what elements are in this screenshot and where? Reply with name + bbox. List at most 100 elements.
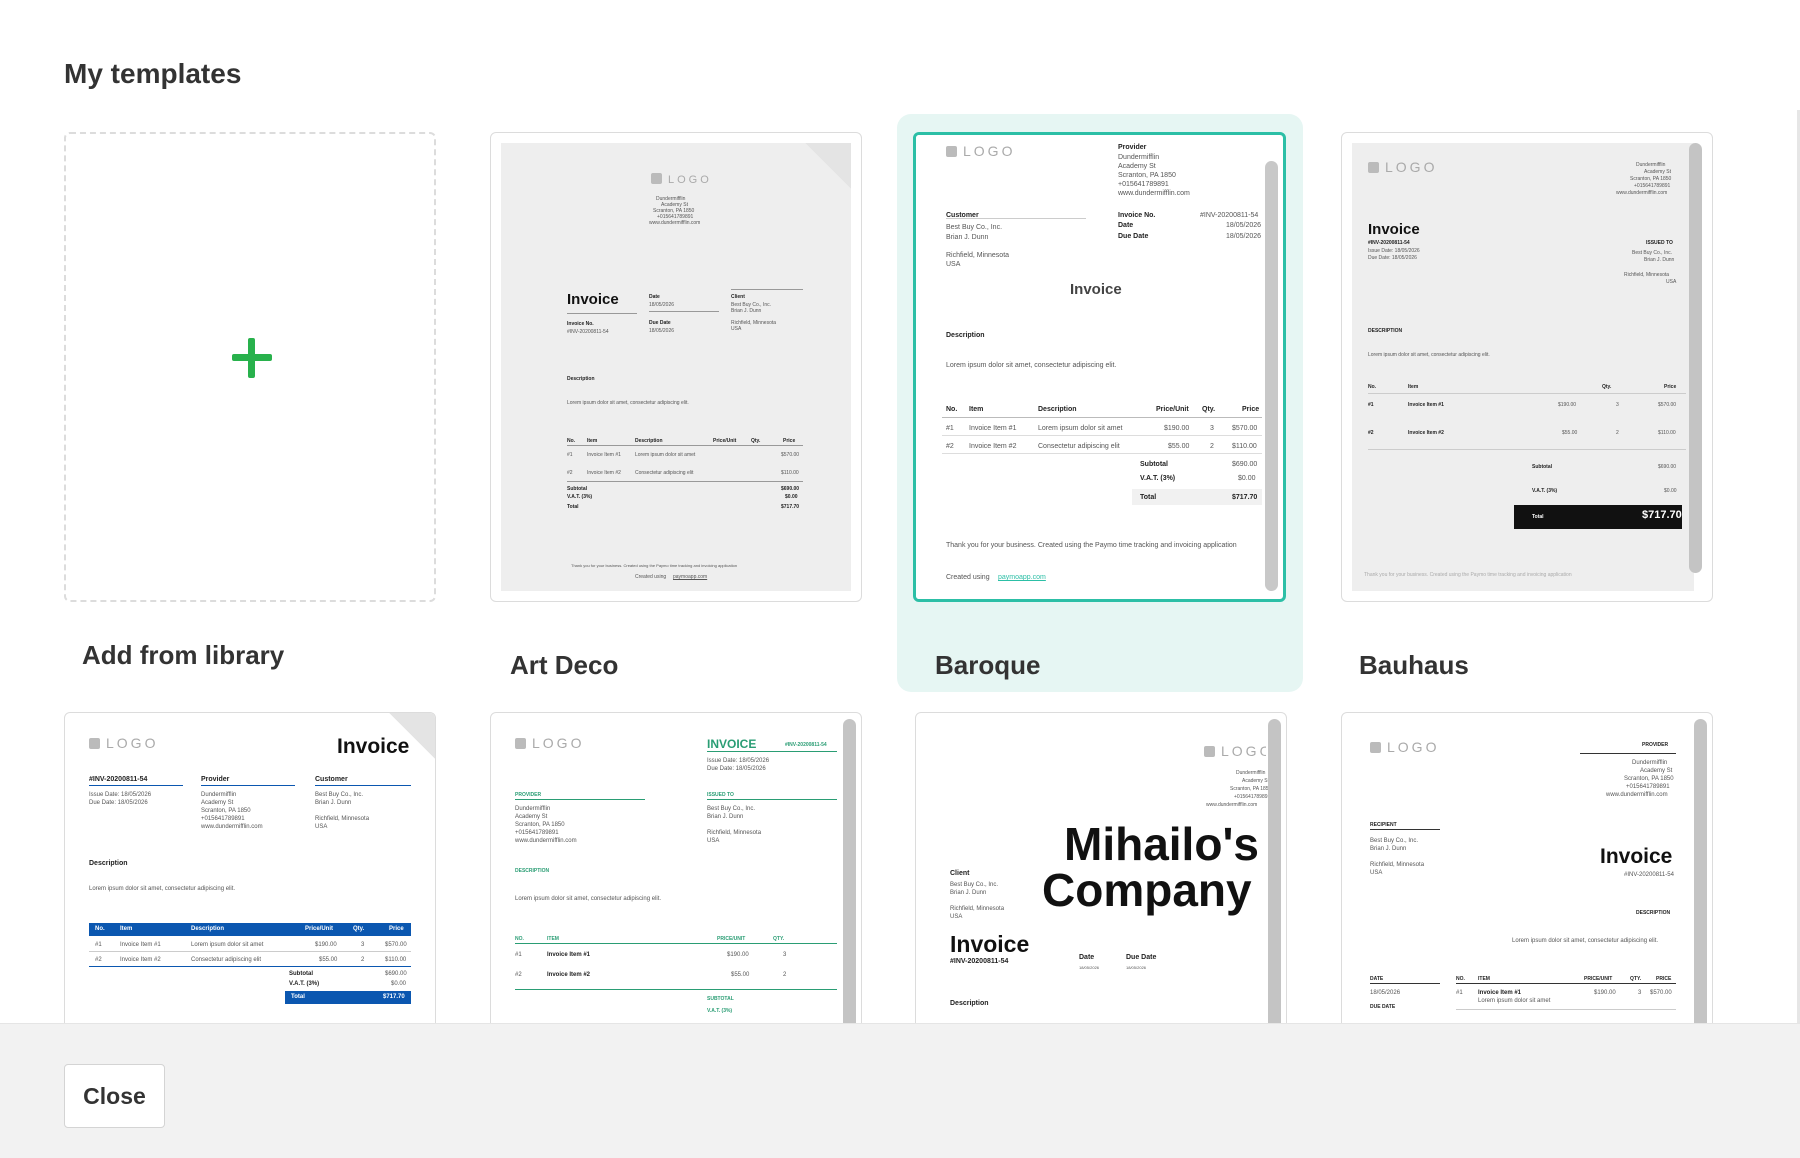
divider [1456,983,1676,984]
table-cell: #2 [1368,430,1374,436]
field-label: Due Date [1126,954,1157,961]
divider [1370,983,1440,984]
section-heading: Description [950,1000,989,1007]
table-cell: $570.00 [1650,990,1672,996]
template-preview[interactable]: LOGO INVOICE #INV-20200811-54 Issue Date… [490,712,862,1023]
table-cell: 3 [1638,990,1642,996]
add-from-library-tile[interactable] [64,132,436,602]
table-header: Item [120,926,133,932]
template-card[interactable]: LOGO Invoice #INV-20200811-54 Issue Date… [64,712,436,1023]
total-value: $717.70 [1232,494,1258,501]
total-label: Total [1532,514,1544,520]
subtotal-label: Subtotal [1532,464,1552,470]
table-cell: $110.00 [1232,443,1257,450]
table-header: Qty. [1602,384,1612,390]
provider-line: Scranton, PA 1850 [1118,172,1176,179]
template-card[interactable]: LOGO Provider Dundermifflin Academy St S… [1341,712,1713,1023]
field-value: Due Date: 18/05/2026 [1368,255,1417,261]
table-header: No. [95,926,105,932]
field-label: Provider [1642,742,1669,748]
divider [315,785,411,786]
invoice-heading: Invoice [1368,221,1420,238]
table-header: Price [1242,406,1260,413]
template-preview[interactable]: LOGO Dundermifflin Academy St Scranton, … [915,712,1287,1023]
divider [942,453,1262,454]
table-cell: Invoice Item #1 [587,452,621,458]
divider [515,799,645,800]
template-label: Add from library [82,640,285,670]
table-header: Item [969,406,984,413]
table-header: Price/Unit [1156,406,1189,413]
template-card-art-deco[interactable]: LOGO Dundermifflin Academy St Scranton, … [490,132,862,680]
table-cell: $55.00 [1562,430,1578,436]
customer-line: USA [1370,870,1383,876]
provider-line: www.dundermifflin.com [201,824,263,830]
vat-value: $0.00 [391,981,407,987]
template-card-add-from-library[interactable]: Add from library [64,132,436,672]
company-name: Company [1042,864,1252,916]
provider-line: +015641789891 [1118,181,1169,188]
table-cell: $190.00 [1558,402,1577,408]
field-label: Date [1079,954,1095,961]
section-heading: DESCRIPTION [515,868,550,874]
template-preview[interactable]: LOGO Provider Dundermifflin Academy St S… [1341,712,1713,1023]
preview-scrollbar[interactable] [843,719,856,1023]
divider [567,445,803,446]
invoice-heading: Invoice [337,735,410,758]
customer-line: Brian J. Dunn [946,234,989,241]
page-corner [805,143,851,189]
logo-placeholder: LOGO [1204,743,1266,759]
table-header: Price [389,926,404,932]
table-cell: $110.00 [385,957,407,963]
table-cell: Invoice Item #2 [969,443,1017,450]
field-label: Provider [1118,144,1147,151]
customer-line: Brian J. Dunn [707,814,744,820]
customer-line: USA [1666,279,1677,285]
preview-scrollbar[interactable] [1265,161,1278,591]
table-cell: #1 [95,942,102,948]
field-value: 18/05/2026 [1226,233,1262,240]
table-cell: 3 [361,942,365,948]
table-cell: Invoice Item #2 [1408,430,1444,436]
template-preview-selected[interactable]: LOGO Provider Dundermifflin Academy St S… [913,132,1286,602]
invoice-heading: Invoice [1070,281,1122,298]
table-cell: Consectetur adipiscing elit [635,470,694,476]
logo-placeholder: LOGO [1368,159,1437,175]
provider-line: Dundermifflin [1118,154,1160,161]
preview-scrollbar[interactable] [1694,719,1707,1023]
table-cell: Invoice Item #2 [120,957,161,963]
table-cell: 3 [1616,402,1619,408]
divider [942,417,1262,418]
vat-label: V.A.T. (3%) [1532,488,1558,494]
customer-line: Richfield, Minnesota [1624,272,1670,278]
field-label: Date [1118,222,1134,229]
template-preview[interactable]: LOGO Dundermifflin Academy St Scranton, … [490,132,862,602]
table-cell: #2 [515,972,522,978]
table-cell: #2 [567,470,573,476]
preview-scrollbar[interactable] [1268,719,1281,1023]
preview-scrollbar[interactable] [1689,143,1702,573]
table-cell: #1 [567,452,573,458]
template-card[interactable]: LOGO Dundermifflin Academy St Scranton, … [915,712,1287,1023]
template-card[interactable]: LOGO INVOICE #INV-20200811-54 Issue Date… [490,712,862,1023]
divider [89,785,183,786]
field-value: 18/05/2026 [1370,990,1401,996]
table-cell: $190.00 [1164,425,1190,432]
subtotal-value: $690.00 [385,971,407,977]
table-cell: #1 [1456,990,1463,996]
template-preview[interactable]: LOGO Dundermifflin Academy St Scranton, … [1341,132,1713,602]
created-using-text: Created using [635,574,667,580]
close-button[interactable]: Close [64,1064,165,1128]
template-card-bauhaus[interactable]: LOGO Dundermifflin Academy St Scranton, … [1341,132,1713,680]
template-card-baroque[interactable]: LOGO Provider Dundermifflin Academy St S… [897,114,1303,692]
template-preview[interactable]: LOGO Invoice #INV-20200811-54 Issue Date… [64,712,436,1023]
thanks-text: Thank you for your business. Created usi… [946,542,1237,549]
field-value: 18/05/2026 [649,328,675,334]
table-cell: $190.00 [727,952,749,958]
table-header: Description [1038,406,1077,413]
table-cell: Lorem ipsum dolor sit amet [1038,425,1123,432]
section-heading: Description [567,376,595,382]
divider [707,751,837,752]
customer-line: USA [946,261,961,268]
table-cell: #2 [95,957,102,963]
